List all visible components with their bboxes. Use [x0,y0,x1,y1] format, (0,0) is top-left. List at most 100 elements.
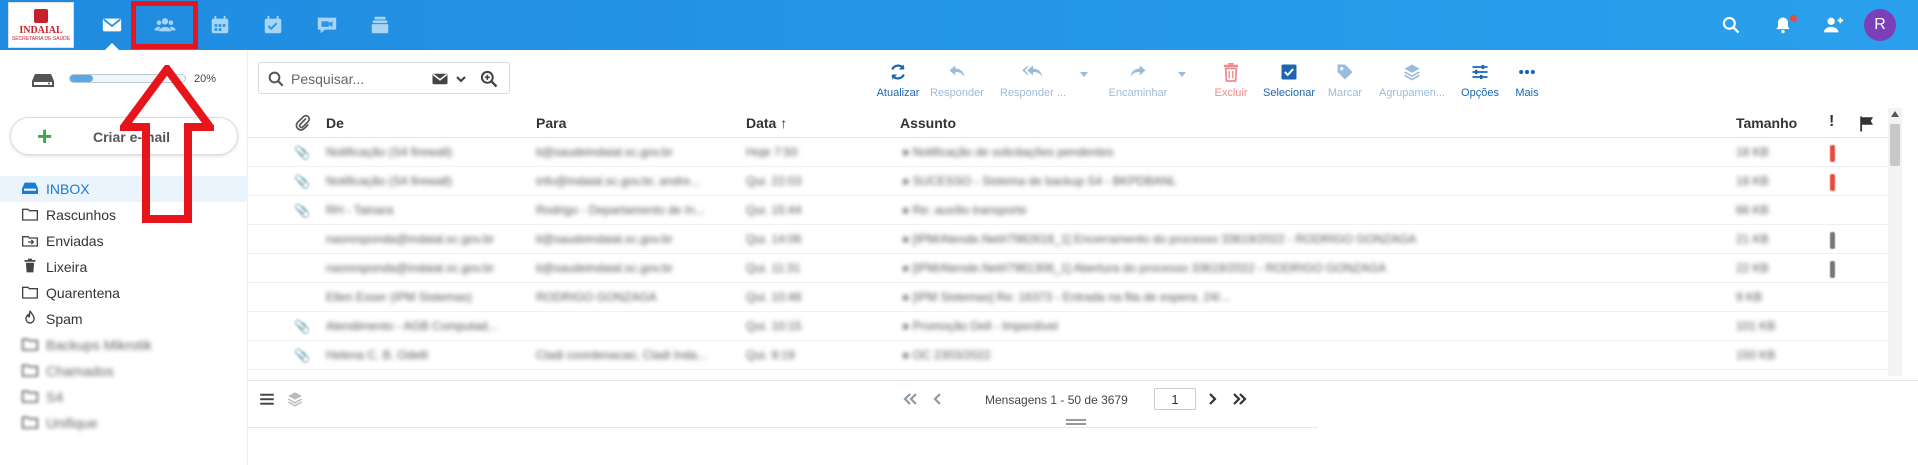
list-options-button[interactable] [258,390,276,413]
table-row[interactable]: naoresponda@indaial.sc.gov.br ti@saudeind… [248,254,1890,283]
preview-resize-handle[interactable] [1066,419,1086,425]
table-row[interactable]: 📎 RH - Tainara Rodrigo - Departamento de I… [248,196,1890,225]
inbox-icon [22,181,38,198]
row-subject-text: Re: auxílio transporte [912,203,1027,217]
row-subject: ● [IPM/Atende.Net#7981306_1] Abertura do… [902,261,1387,275]
toolbar-tag-button[interactable]: Marcar [1325,61,1365,103]
last-page-button[interactable] [1232,392,1248,411]
trash-icon [1222,61,1240,83]
logo-title: INDAIAL [19,24,63,36]
row-size: 18 KB [1736,145,1769,159]
toolbar-more-button[interactable]: Mais [1512,61,1542,103]
search-scope-button[interactable] [431,70,449,93]
row-size: 66 KB [1736,203,1769,217]
global-search-button[interactable] [1718,12,1744,38]
next-page-button[interactable] [1208,392,1218,411]
scroll-thumb[interactable] [1890,124,1900,166]
column-size[interactable]: Tamanho [1736,115,1797,131]
forward-icon [1128,61,1148,83]
scroll-up-arrow[interactable] [1891,111,1899,117]
nav-tasks[interactable] [247,0,299,50]
notification-dot [1790,15,1797,22]
column-priority[interactable]: ! [1829,113,1834,131]
table-row[interactable]: Ellen Esser (IPM Sistemas) RODRIGO GONZAG… [248,283,1890,312]
paperclip-icon: 📎 [294,319,311,334]
row-date: Qui. 22:03 [746,174,802,188]
toolbar-trash-button[interactable]: Excluir [1213,61,1249,103]
reply-all-dropdown-caret[interactable] [1080,72,1088,77]
table-row[interactable]: 📎 Helena C. B. Odelli Cladi coordenacao, C… [248,341,1890,370]
folder-backups-mikrotik[interactable]: Backups Mikrotik [0,332,248,358]
top-bar: INDAIAL SECRETARIA DE SAÚDE R [0,0,1918,50]
toolbar-sliders-button[interactable]: Opções [1458,61,1502,103]
folder-spam[interactable]: Spam [0,306,248,332]
page-number-input[interactable] [1154,388,1196,410]
table-row[interactable]: 📎 Notificação (S4 firewall) ti@saudeindaia… [248,138,1890,167]
search-input[interactable] [291,68,421,90]
folder-lixeira[interactable]: Lixeira [0,254,248,280]
nav-chat[interactable] [301,0,353,50]
double-chevron-right-icon [1233,393,1247,405]
row-size: 21 KB [1736,232,1769,246]
checkbox-icon [1279,61,1299,83]
search-box [258,62,510,94]
nav-calendar[interactable] [194,0,246,50]
folder-unifique[interactable]: Unifique [0,410,248,436]
toolbar-refresh-button[interactable]: Atualizar [875,61,921,103]
toolbar-forward-button[interactable]: Encaminhar [1102,61,1174,103]
trash-icon [22,258,38,276]
row-from: naoresponda@indaial.sc.gov.br [326,232,495,246]
toolbar-layers-button[interactable]: Agrupamen... [1375,61,1449,103]
column-to[interactable]: Para [536,115,566,131]
column-subject[interactable]: Assunto [900,115,956,131]
row-subject-text: SUCESSO - Sistema de backup S4 - BKPDBAN… [912,174,1177,188]
toolbar-reply-all-button[interactable]: Responder ... [996,61,1070,103]
advanced-search-button[interactable] [479,69,499,94]
forward-dropdown-caret[interactable] [1178,72,1186,77]
folder-s4[interactable]: S4 [0,384,248,410]
priority-high-icon [1830,174,1835,191]
avatar[interactable]: R [1864,9,1896,41]
row-to: info@indaial.sc.gov.br, andre... [536,174,701,188]
logo: INDAIAL SECRETARIA DE SAÚDE [8,2,74,48]
flag-icon [1860,116,1873,132]
row-size: 18 KB [1736,174,1769,188]
paperclip-icon: 📎 [294,348,311,363]
attachment-column-header[interactable] [294,114,312,137]
add-contact-button[interactable] [1820,12,1846,38]
message-list-header: De Para Data ↑ Assunto Tamanho ! [248,108,1890,138]
row-date: Qui. 9:19 [746,348,795,362]
column-flag[interactable] [1858,115,1876,138]
first-page-button[interactable] [902,392,918,411]
row-from: Atendimento - AGB Computad... [326,319,498,333]
folder-chamados[interactable]: Chamados [0,358,248,384]
add-user-icon [1823,17,1844,33]
row-to: Rodrigo - Departamento de In... [536,203,705,217]
row-to: RODRIGO GONZAGA [536,290,657,304]
message-list-scrollbar[interactable] [1888,108,1902,376]
column-date[interactable]: Data ↑ [746,115,787,131]
table-row[interactable]: naoresponda@indaial.sc.gov.br ti@saudeind… [248,225,1890,254]
row-from: RH - Tainara [326,203,394,217]
column-from[interactable]: De [326,115,344,131]
folder-quarentena[interactable]: Quarentena [0,280,248,306]
sliders-icon [1470,61,1490,83]
search-scope-dropdown[interactable] [455,72,467,90]
send-icon [22,233,38,250]
toolbar-reply-button[interactable]: Responder [928,61,986,103]
fire-icon [22,310,38,328]
menu-icon [260,393,274,405]
previous-page-button[interactable] [932,392,942,411]
nav-files[interactable] [354,0,406,50]
row-subject-text: [IPM/Atende.Net#7981306_1] Abertura do p… [912,261,1387,275]
table-row[interactable]: 📎 Notificação (S4 firewall) info@indaial.s… [248,167,1890,196]
toolbar-checkbox-button[interactable]: Selecionar [1260,61,1318,103]
files-icon [371,16,389,34]
folder-enviadas[interactable]: Enviadas [0,228,248,254]
chevron-right-icon [1209,393,1217,405]
toolbar-label: Responder ... [999,87,1067,99]
layers-icon [287,392,303,407]
threads-button[interactable] [286,390,304,413]
tasks-icon [264,15,282,34]
table-row[interactable]: 📎 Atendimento - AGB Computad... Qui. 10:15… [248,312,1890,341]
